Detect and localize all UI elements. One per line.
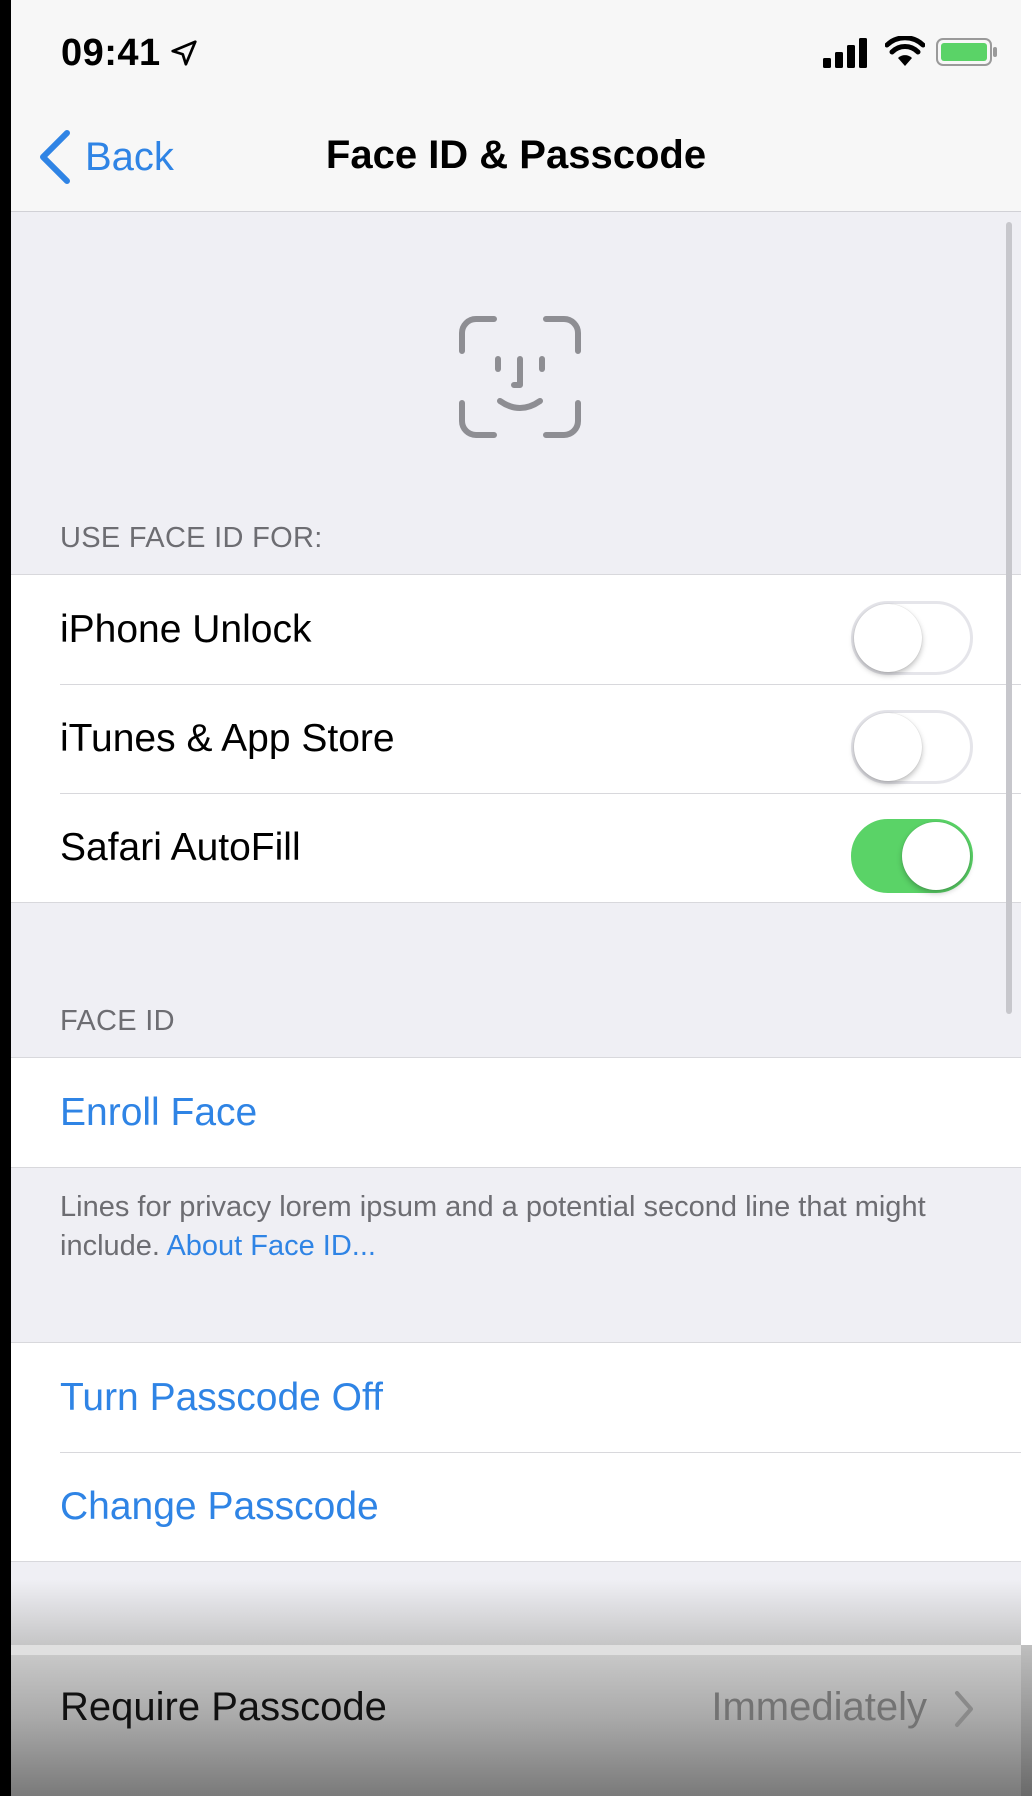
settings-screen: 09:41 Back Face ID & Passcode USE FACE I… [11,0,1021,1796]
chevron-right-icon [955,1691,973,1727]
page-title: Face ID & Passcode [325,133,707,177]
wifi-icon [885,36,925,66]
require-passcode-row[interactable]: Require Passcode Immediately [11,1655,1021,1796]
itunes-app-store-label: iTunes & App Store [60,716,395,760]
require-passcode-value: Immediately [711,1685,927,1729]
right-edge-strip [1021,0,1032,1796]
face-id-header: FACE ID [60,1005,175,1037]
use-face-id-header: USE FACE ID FOR: [60,522,323,554]
privacy-footer: Lines for privacy lorem ipsum and a pote… [60,1188,990,1266]
change-passcode-row[interactable]: Change Passcode [11,1452,1021,1561]
bottom-fade-overlay [11,1580,1021,1645]
change-passcode-label: Change Passcode [60,1484,379,1528]
face-id-icon [459,316,581,438]
iphone-unlock-label: iPhone Unlock [60,607,312,651]
safari-autofill-label: Safari AutoFill [60,825,301,869]
cellular-signal-icon [823,38,867,68]
safari-autofill-row: Safari AutoFill [11,793,1021,902]
iphone-unlock-row: iPhone Unlock [11,575,1021,684]
enroll-face-label: Enroll Face [60,1090,258,1134]
passcode-group: Turn Passcode Off Change Passcode [11,1342,1021,1562]
turn-passcode-off-label: Turn Passcode Off [60,1375,383,1419]
itunes-app-store-row: iTunes & App Store [11,684,1021,793]
iphone-unlock-toggle[interactable] [851,601,973,675]
status-time: 09:41 [61,32,161,74]
toggle-knob [854,604,922,672]
status-bar: 09:41 [11,0,1021,105]
navigation-bar: Back Face ID & Passcode [11,105,1021,212]
bottom-divider [11,1645,1021,1655]
about-face-id-link[interactable]: About Face ID... [166,1230,376,1262]
toggle-knob [854,713,922,781]
require-passcode-label: Require Passcode [60,1685,387,1729]
enroll-face-row[interactable]: Enroll Face [11,1058,1021,1167]
safari-autofill-toggle[interactable] [851,819,973,893]
right-edge-strip-dark [1021,1645,1032,1796]
itunes-app-store-toggle[interactable] [851,710,973,784]
toggle-knob [902,822,970,890]
location-arrow-icon [171,40,197,66]
face-id-usage-group: iPhone Unlock iTunes & App Store Safari … [11,574,1021,903]
enroll-group: Enroll Face [11,1057,1021,1168]
scroll-indicator[interactable] [1006,222,1012,1014]
turn-passcode-off-row[interactable]: Turn Passcode Off [11,1343,1021,1452]
battery-icon [936,38,997,66]
